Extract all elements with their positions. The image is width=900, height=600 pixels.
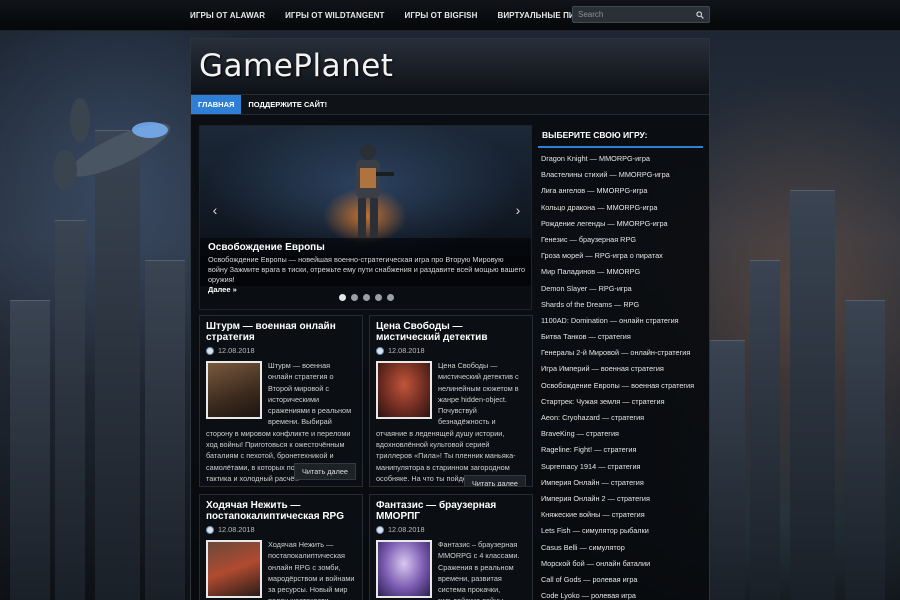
post-thumbnail[interactable] — [376, 361, 432, 419]
sidebar: Выберите свою игру: Dragon Knight — MMOR… — [538, 125, 703, 600]
post-date-text: 12.08.2018 — [218, 346, 255, 355]
post-card: Фантазис — браузерная ММОРПГ 12.08.2018 … — [369, 494, 533, 600]
post-date: 12.08.2018 — [200, 525, 362, 534]
game-list-item[interactable]: Генералы 2-й Мировой — онлайн-стратегия — [538, 345, 703, 361]
topnav-item-bigfish[interactable]: Игры от Bigfish — [405, 11, 478, 20]
slider-prev-arrow[interactable]: ‹ — [208, 202, 222, 218]
game-list-item[interactable]: Генезис — браузерная RPG — [538, 232, 703, 248]
game-list-item[interactable]: Мир Паладинов — MMORPG — [538, 264, 703, 280]
post-date: 12.08.2018 — [370, 346, 532, 355]
game-list-item[interactable]: Supremacy 1914 — стратегия — [538, 459, 703, 475]
post-title[interactable]: Штурм — военная онлайн стратегия — [200, 316, 362, 346]
game-list-item[interactable]: Code Lyoko — ролевая игра — [538, 588, 703, 600]
topnav-item-alawar[interactable]: Игры от Alawar — [190, 11, 265, 20]
post-thumbnail[interactable] — [376, 540, 432, 598]
post-excerpt: Ходячая Нежить — постапокалиптическая он… — [200, 534, 362, 600]
game-list-item[interactable]: Гроза морей — RPG-игра о пиратах — [538, 248, 703, 264]
post-date-text: 12.08.2018 — [388, 525, 425, 534]
search-input[interactable] — [573, 10, 693, 19]
game-list-item[interactable]: Властелины стихий — MMORPG-игра — [538, 167, 703, 183]
post-date-text: 12.08.2018 — [388, 346, 425, 355]
featured-slider: ‹ › Освобождение Европы Освобождение Евр… — [199, 125, 532, 310]
background-city-right — [705, 180, 900, 600]
game-list-item[interactable]: Кольцо дракона — MMORPG-игра — [538, 200, 703, 216]
main-navigation: Главная Поддержите сайт! — [191, 94, 709, 115]
slider-dot[interactable] — [363, 294, 370, 301]
slider-dot[interactable] — [387, 294, 394, 301]
site-header: GamePlanet — [191, 39, 709, 94]
read-more-button[interactable]: Читать далее — [294, 463, 356, 480]
game-list-item[interactable]: Call of Gods — ролевая игра — [538, 572, 703, 588]
game-list-item[interactable]: Игра Империй — военная стратегия — [538, 361, 703, 377]
slide-text: Освобождение Европы — новейшая военно-ст… — [208, 255, 526, 284]
topnav-item-wildtangent[interactable]: Игры от Wildtangent — [285, 11, 384, 20]
slider-next-arrow[interactable]: › — [511, 202, 525, 218]
game-list-item[interactable]: Стартрек: Чужая земля — стратегия — [538, 394, 703, 410]
post-excerpt: Фантазис – браузерная MMORPG с 4 классам… — [370, 534, 532, 600]
post-title[interactable]: Ходячая Нежить — постапокалиптическая RP… — [200, 495, 362, 525]
post-card: Штурм — военная онлайн стратегия 12.08.2… — [199, 315, 363, 487]
post-thumbnail[interactable] — [206, 540, 262, 598]
clock-icon — [206, 525, 214, 534]
slider-dot[interactable] — [339, 294, 346, 301]
slide-caption: Освобождение Европы Освобождение Европы … — [200, 238, 531, 294]
spaceship-illustration — [53, 98, 171, 190]
slider-dot[interactable] — [375, 294, 382, 301]
game-list-item[interactable]: 1100AD: Domination — онлайн стратегия — [538, 313, 703, 329]
game-list-item[interactable]: Рождение легенды — MMORPG-игра — [538, 216, 703, 232]
game-list-item[interactable]: Rageline: Fight! — стратегия — [538, 442, 703, 458]
slider-pagination — [200, 294, 531, 301]
nav-item-support[interactable]: Поддержите сайт! — [241, 95, 334, 114]
top-navigation: Игры от Alawar Игры от Wildtangent Игры … — [0, 0, 900, 31]
clock-icon — [376, 525, 384, 534]
sidebar-title: Выберите свою игру: — [538, 125, 703, 148]
search-box — [572, 6, 710, 23]
game-list-item[interactable]: Shards of the Dreams — RPG — [538, 297, 703, 313]
soldier-illustration — [356, 144, 394, 238]
game-list-item[interactable]: Lets Fish — симулятор рыбалки — [538, 523, 703, 539]
game-list-item[interactable]: Освобождение Европы — военная стратегия — [538, 378, 703, 394]
game-list-item[interactable]: Морской бой — онлайн баталии — [538, 556, 703, 572]
game-list-item[interactable]: Dragon Knight — MMORPG-игра — [538, 151, 703, 167]
post-date: 12.08.2018 — [370, 525, 532, 534]
game-list-item[interactable]: Casus Belli — симулятор — [538, 540, 703, 556]
game-list-item[interactable]: Битва Танков — стратегия — [538, 329, 703, 345]
post-card: Ходячая Нежить — постапокалиптическая RP… — [199, 494, 363, 600]
game-list-item[interactable]: Лига ангелов — MMORPG-игра — [538, 183, 703, 199]
game-list-item[interactable]: BraveKing — стратегия — [538, 426, 703, 442]
slide-title[interactable]: Освобождение Европы — [208, 242, 525, 253]
clock-icon — [376, 346, 384, 355]
slider-dot[interactable] — [351, 294, 358, 301]
post-title[interactable]: Фантазис — браузерная ММОРПГ — [370, 495, 532, 525]
game-list-item[interactable]: Империя Онлайн 2 — стратегия — [538, 491, 703, 507]
game-list-item[interactable]: Княжеские войны — стратегия — [538, 507, 703, 523]
post-date-text: 12.08.2018 — [218, 525, 255, 534]
game-list-item[interactable]: Demon Slayer — RPG-игра — [538, 281, 703, 297]
search-icon[interactable] — [693, 8, 707, 22]
clock-icon — [206, 346, 214, 355]
post-card: Цена Свободы — мистический детектив 12.0… — [369, 315, 533, 487]
read-more-button[interactable]: Читать далее — [464, 475, 526, 486]
post-thumbnail[interactable] — [206, 361, 262, 419]
post-title[interactable]: Цена Свободы — мистический детектив — [370, 316, 532, 346]
slide-more-link[interactable]: Далее » — [208, 285, 525, 294]
post-date: 12.08.2018 — [200, 346, 362, 355]
nav-item-home[interactable]: Главная — [191, 95, 242, 114]
game-list: Dragon Knight — MMORPG-игра Властелины ст… — [538, 151, 703, 600]
game-list-item[interactable]: Aeon: Cryohazard — стратегия — [538, 410, 703, 426]
site-logo[interactable]: GamePlanet — [199, 48, 393, 84]
game-list-item[interactable]: Империя Онлайн — стратегия — [538, 475, 703, 491]
main-container: GamePlanet Главная Поддержите сайт! ‹ › … — [190, 38, 710, 600]
post-excerpt: Цена Свободы — мистический детектив с не… — [370, 355, 532, 486]
